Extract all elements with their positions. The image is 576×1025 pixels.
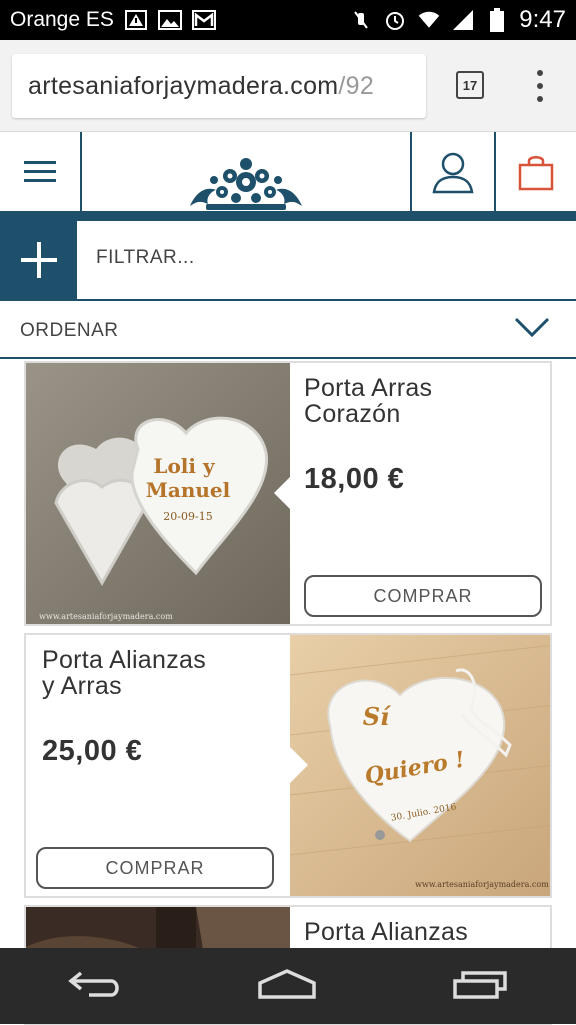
user-icon xyxy=(432,152,474,194)
mute-icon xyxy=(349,9,373,31)
tab-count: 17 xyxy=(462,77,478,93)
plus-icon xyxy=(20,242,57,278)
product-price: 25,00 € xyxy=(42,735,143,767)
buy-button[interactable]: COMPRAR xyxy=(304,575,542,617)
product-card[interactable]: Loli y Manuel 20-09-15 www.artesaniaforj… xyxy=(24,361,552,626)
url-field[interactable]: artesaniaforjaymadera.com/92 xyxy=(12,54,426,118)
product-title[interactable]: Porta Alianzas y Arras xyxy=(40,647,274,699)
system-navigation-bar xyxy=(0,948,576,1024)
recents-button[interactable] xyxy=(451,967,509,1006)
alarm-icon xyxy=(383,9,407,31)
tab-switcher-button[interactable]: 17 xyxy=(456,71,484,99)
home-icon xyxy=(258,968,316,999)
hamburger-icon xyxy=(24,161,56,182)
product-image-text-1: Loli y xyxy=(153,454,216,478)
sort-label: ORDENAR xyxy=(20,320,119,341)
carrier-name: Orange ES xyxy=(10,8,114,31)
clock: 9:47 xyxy=(519,6,566,33)
site-logo[interactable] xyxy=(82,132,410,212)
gmail-icon xyxy=(191,9,216,31)
url-domain: artesaniaforjaymadera.com xyxy=(28,71,339,100)
recents-icon xyxy=(453,970,508,999)
product-image[interactable]: Loli y Manuel 20-09-15 www.artesaniaforj… xyxy=(26,363,290,624)
product-title[interactable]: Porta Arras Corazón xyxy=(304,375,538,427)
wifi-icon xyxy=(417,9,441,31)
product-image[interactable]: Sí Quiero ! 30. Julio. 2016 www.artesani… xyxy=(290,635,550,896)
site-header xyxy=(0,132,576,212)
header-rule xyxy=(0,211,576,221)
filter-label: FILTRAR... xyxy=(96,247,195,268)
hamburger-menu-button[interactable] xyxy=(0,132,80,212)
shopping-bag-icon xyxy=(518,156,554,191)
browser-menu-button[interactable] xyxy=(530,68,550,104)
product-card[interactable]: Porta Alianzas y Arras 25,00 € COMPRAR S… xyxy=(24,633,552,898)
product-image-text-2: Manuel xyxy=(146,478,231,502)
product-image-watermark: www.artesaniaforjaymadera.com xyxy=(39,612,173,621)
status-bar: Orange ES 9:47 xyxy=(0,0,576,40)
filter-bar[interactable]: FILTRAR... xyxy=(0,221,576,301)
warning-icon xyxy=(124,9,148,31)
product-price: 18,00 € xyxy=(304,463,405,495)
battery-icon xyxy=(485,8,509,32)
buy-button[interactable]: COMPRAR xyxy=(36,847,274,889)
back-button[interactable] xyxy=(67,967,123,1006)
ornament-logo-icon xyxy=(190,158,302,210)
cart-button[interactable] xyxy=(496,132,576,212)
browser-toolbar: artesaniaforjaymadera.com/92 17 xyxy=(0,40,576,132)
product-image-text-3: 20-09-15 xyxy=(163,510,212,523)
product-image-watermark: www.artesaniaforjaymadera.com xyxy=(415,880,549,889)
url-path: /92 xyxy=(338,71,375,100)
chevron-down-icon xyxy=(514,317,550,338)
signal-icon xyxy=(451,9,475,31)
filter-expand-button[interactable] xyxy=(0,221,77,299)
back-arrow-icon xyxy=(67,971,119,997)
account-button[interactable] xyxy=(412,132,494,212)
product-image-text-1: Sí xyxy=(363,702,392,731)
image-icon xyxy=(157,9,182,31)
product-title[interactable]: Porta Alianzas xyxy=(304,919,538,945)
sort-dropdown[interactable]: ORDENAR xyxy=(0,301,576,359)
home-button[interactable] xyxy=(256,967,318,1006)
